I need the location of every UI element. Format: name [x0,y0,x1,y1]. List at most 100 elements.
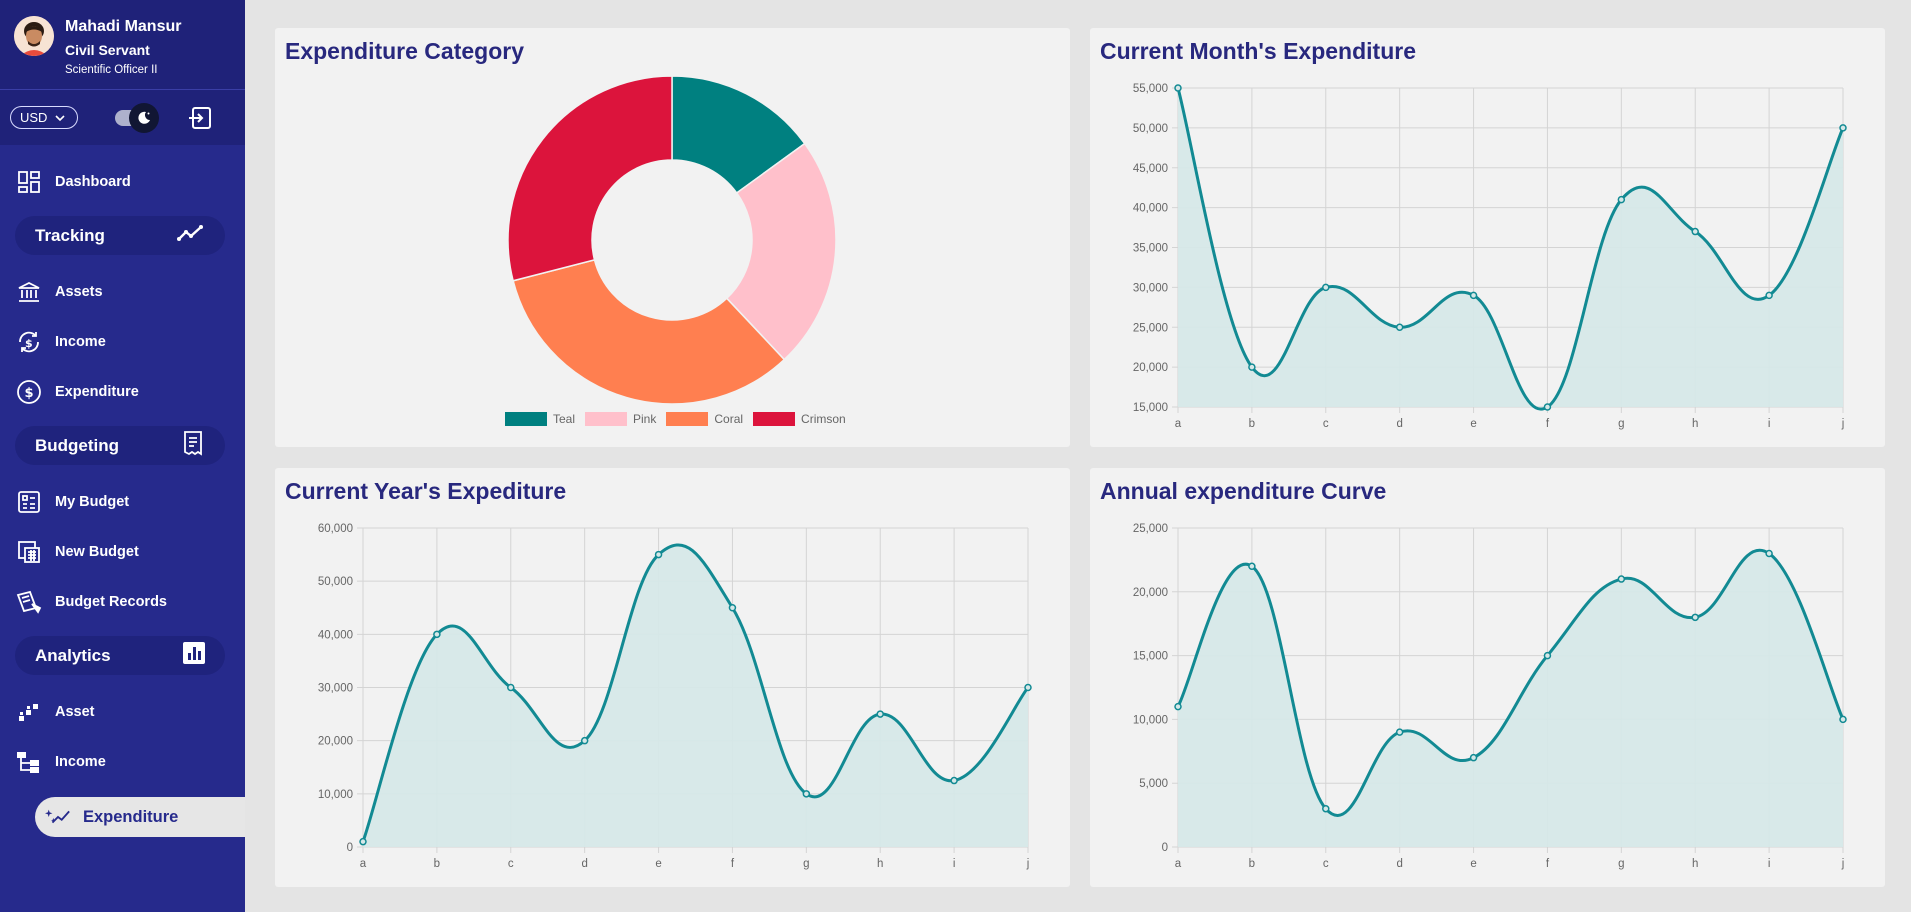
data-point[interactable] [1839,715,1847,724]
sidebar-item-asset-analytics[interactable]: Asset [0,692,245,732]
records-icon [16,589,42,615]
y-tick-label: 30,000 [318,683,353,695]
data-point[interactable] [802,790,811,798]
x-tick-label: j [1841,858,1845,870]
sidebar-item-label: My Budget [55,494,130,510]
x-tick-label: i [953,858,956,870]
sidebar-item-label: Income [55,754,106,770]
legend-item-crimson[interactable]: Crimson [753,412,846,426]
legend-item-coral[interactable]: Coral [666,412,743,426]
legend-label: Coral [714,412,744,426]
sidebar-item-label: Dashboard [55,174,131,190]
data-point[interactable] [1469,291,1478,300]
data-point[interactable] [1617,195,1626,204]
profile-role: Civil Servant [65,42,150,58]
dashboard-icon [16,169,42,195]
section-budgeting[interactable]: Budgeting [15,426,225,465]
data-point[interactable] [654,550,663,559]
sidebar-item-budget-records[interactable]: Budget Records [0,582,245,622]
data-point[interactable] [1839,124,1847,132]
sidebar-controls: USD [0,89,245,145]
y-tick-label: 20,000 [1133,587,1168,599]
data-point[interactable] [1024,683,1032,692]
sidebar-item-dashboard[interactable]: Dashboard [0,162,245,202]
bank-icon [16,279,42,305]
y-tick-label: 60,000 [318,523,353,535]
x-tick-label: c [508,858,514,870]
data-point[interactable] [1322,283,1330,292]
y-tick-label: 45,000 [1133,163,1168,175]
currency-select[interactable]: USD [10,106,78,129]
data-point[interactable] [580,736,589,745]
data-point[interactable] [728,604,737,612]
theme-toggle[interactable] [115,102,159,133]
x-tick-label: j [1026,858,1030,870]
avatar[interactable] [14,16,54,56]
card-current-month: Current Month's Expenditure 15,000 20,000… [1090,28,1885,447]
legend-item-teal[interactable]: Teal [505,412,575,426]
dollar-circle-icon: $ [16,379,42,405]
data-point[interactable] [1765,291,1773,300]
sidebar-item-income[interactable]: $ Income [0,322,245,362]
data-point[interactable] [359,837,367,846]
sidebar-item-label: Expenditure [55,384,139,400]
data-point[interactable] [1469,753,1478,762]
logout-icon[interactable] [187,105,213,131]
x-tick-label: g [803,858,809,870]
data-point[interactable] [1543,403,1552,411]
x-tick-label: e [1470,418,1476,430]
sidebar-item-expenditure-analytics[interactable]: Expenditure [35,797,245,837]
y-tick-label: 5,000 [1139,778,1168,790]
sidebar-item-assets[interactable]: Assets [0,272,245,312]
donut-slice-crimson[interactable] [507,75,673,282]
legend-swatch [585,412,628,426]
x-tick-label: i [1768,418,1771,430]
sidebar-item-expenditure[interactable]: $ Expenditure [0,372,245,412]
data-point[interactable] [1395,323,1404,331]
data-point[interactable] [1248,363,1256,371]
legend-label: Teal [553,412,576,426]
x-tick-label: e [1470,858,1476,870]
data-point[interactable] [433,630,441,639]
data-point[interactable] [950,776,958,785]
sidebar-item-label: Budget Records [55,594,167,610]
sidebar-item-income-analytics[interactable]: Income [0,742,245,782]
bar-chart-icon [183,642,205,669]
section-tracking[interactable]: Tracking [15,216,225,255]
chevron-down-icon [55,110,66,125]
sidebar-item-label: Income [55,334,106,350]
section-label: Budgeting [35,435,120,455]
income-icon: $ [16,329,42,355]
sidebar-item-new-budget[interactable]: New Budget [0,532,245,572]
section-analytics[interactable]: Analytics [15,636,225,675]
data-point[interactable] [1543,651,1552,660]
data-point[interactable] [1765,549,1773,558]
x-tick-label: c [1323,418,1329,430]
y-tick-label: 40,000 [1133,203,1168,215]
y-tick-label: 10,000 [1133,714,1168,726]
data-point[interactable] [1174,84,1182,92]
sidebar-item-label: New Budget [55,544,139,560]
y-tick-label: 30,000 [1133,282,1168,294]
data-point[interactable] [507,683,515,692]
x-tick-label: a [1175,858,1182,870]
y-tick-label: 10,000 [318,789,353,801]
moon-icon [129,102,159,133]
data-point[interactable] [1322,804,1330,813]
data-point[interactable] [1691,227,1699,236]
legend-item-pink[interactable]: Pink [585,412,656,426]
legend-label: Crimson [801,412,846,426]
x-tick-label: g [1618,858,1624,870]
data-point[interactable] [1248,562,1256,571]
data-point[interactable] [1691,613,1699,622]
data-point[interactable] [1395,728,1404,736]
x-tick-label: h [1692,858,1698,870]
x-tick-label: d [581,858,587,870]
sidebar-item-label: Assets [55,284,103,300]
data-point[interactable] [1617,575,1626,583]
data-point[interactable] [876,710,884,718]
profile-rank: Scientific Officer II [65,64,158,76]
sidebar-item-my-budget[interactable]: My Budget [0,482,245,522]
section-label: Tracking [35,225,105,245]
data-point[interactable] [1174,702,1182,711]
